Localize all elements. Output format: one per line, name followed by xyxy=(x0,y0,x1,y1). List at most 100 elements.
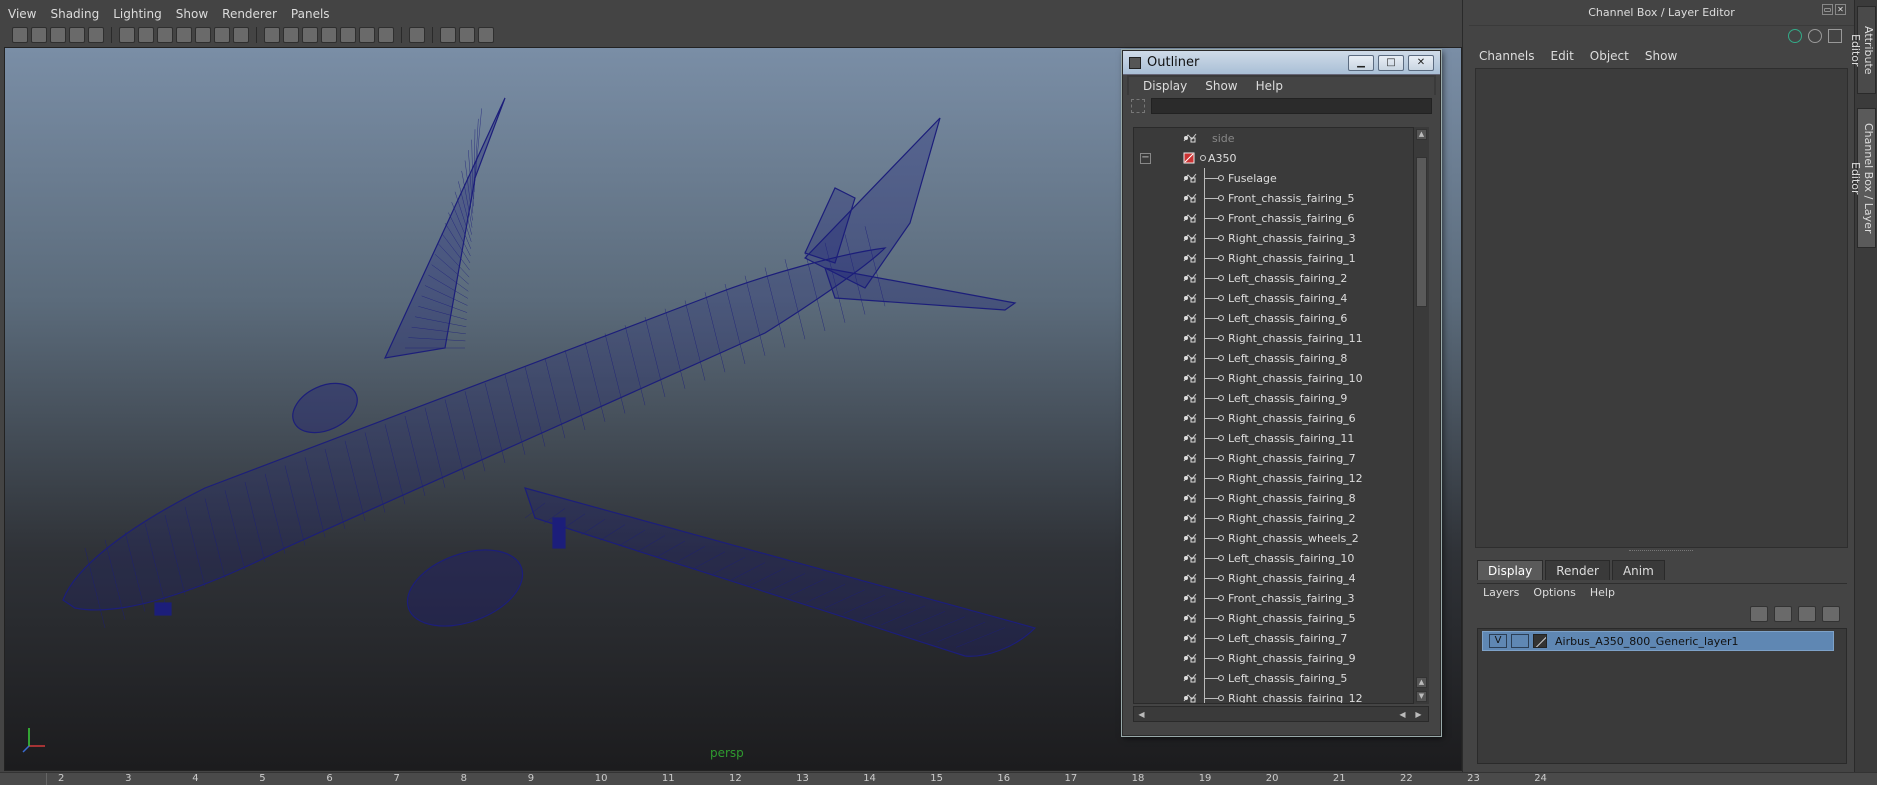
outliner-item[interactable]: Left_chassis_fairing_11 xyxy=(1134,428,1422,448)
safe-title-icon[interactable] xyxy=(233,27,249,43)
field-chart-icon[interactable] xyxy=(195,27,211,43)
cb-menu-edit[interactable]: Edit xyxy=(1551,49,1574,63)
use-all-lights-icon[interactable] xyxy=(340,27,356,43)
outliner-item[interactable]: Right_chassis_fairing_4 xyxy=(1134,568,1422,588)
time-slider[interactable]: 2 3 4 5 6 7 8 9 10 11 12 13 14 15 16 17 18 19 20 21 22 23 24 xyxy=(0,772,1877,785)
manipulator-icon[interactable] xyxy=(1808,29,1822,43)
smooth-shade-icon[interactable] xyxy=(283,27,299,43)
outliner-item[interactable]: Front_chassis_fairing_5 xyxy=(1134,188,1422,208)
outliner-item[interactable]: Front_chassis_fairing_3 xyxy=(1134,588,1422,608)
pin-icon[interactable] xyxy=(1828,29,1842,43)
layer-row[interactable]: V Airbus_A350_800_Generic_layer1 xyxy=(1482,631,1834,651)
outliner-menu-display[interactable]: Display xyxy=(1143,79,1187,93)
xray-active-components-icon[interactable] xyxy=(459,27,475,43)
menu-panels[interactable]: Panels xyxy=(291,7,330,21)
layer-color-swatch[interactable] xyxy=(1533,634,1547,648)
new-layer-from-selected-icon[interactable] xyxy=(1822,606,1840,622)
menu-renderer[interactable]: Renderer xyxy=(222,7,277,21)
layer-visibility-toggle[interactable]: V xyxy=(1489,634,1507,648)
screen-space-ao-icon[interactable] xyxy=(378,27,394,43)
outliner-titlebar[interactable]: Outliner ▁ □ ✕ xyxy=(1123,51,1440,75)
outliner-search-input[interactable] xyxy=(1151,98,1432,114)
select-camera-icon[interactable] xyxy=(12,27,28,43)
outliner-item[interactable]: Right_chassis_fairing_9 xyxy=(1134,648,1422,668)
panel-splitter[interactable] xyxy=(1629,550,1693,553)
scroll-up-arrow-icon[interactable]: ▲ xyxy=(1416,129,1427,140)
layer-menu-layers[interactable]: Layers xyxy=(1483,586,1519,599)
minimize-button[interactable]: ▁ xyxy=(1348,54,1374,71)
outliner-item[interactable]: Right_chassis_fairing_7 xyxy=(1134,448,1422,468)
outliner-item[interactable]: Right_chassis_fairing_1 xyxy=(1134,248,1422,268)
outliner-item[interactable]: Right_chassis_fairing_11 xyxy=(1134,328,1422,348)
layer-display-type-toggle[interactable] xyxy=(1511,634,1529,648)
cb-menu-channels[interactable]: Channels xyxy=(1479,49,1535,63)
outliner-item[interactable]: Right_chassis_fairing_5 xyxy=(1134,608,1422,628)
safe-action-icon[interactable] xyxy=(214,27,230,43)
outliner-vertical-scrollbar[interactable]: ▲ ▲ ▼ xyxy=(1413,127,1429,704)
channel-list-area[interactable] xyxy=(1475,68,1848,548)
scroll-left-arrow-icon[interactable]: ◀ xyxy=(1397,709,1408,720)
outliner-item[interactable]: Left_chassis_fairing_8 xyxy=(1134,348,1422,368)
close-panel-icon[interactable]: ✕ xyxy=(1835,4,1846,15)
new-empty-layer-icon[interactable] xyxy=(1798,606,1816,622)
isolate-select-icon[interactable] xyxy=(409,27,425,43)
grid-icon[interactable] xyxy=(119,27,135,43)
wireframe-icon[interactable] xyxy=(264,27,280,43)
outliner-item[interactable]: Right_chassis_wheels_2 xyxy=(1134,528,1422,548)
outliner-item[interactable]: Right_chassis_fairing_10 xyxy=(1134,368,1422,388)
wireframe-on-shaded-icon[interactable] xyxy=(302,27,318,43)
group-node-row[interactable]: − A350 xyxy=(1134,148,1422,168)
outliner-item[interactable]: Left_chassis_fairing_4 xyxy=(1134,288,1422,308)
outliner-item[interactable]: Right_chassis_fairing_8 xyxy=(1134,488,1422,508)
close-button[interactable]: ✕ xyxy=(1408,54,1434,71)
tab-attribute-editor[interactable]: Attribute Editor xyxy=(1849,6,1876,94)
maximize-button[interactable]: □ xyxy=(1378,54,1404,71)
filter-icon[interactable] xyxy=(1131,99,1145,113)
outliner-item[interactable]: Right_chassis_fairing_2 xyxy=(1134,508,1422,528)
menu-view[interactable]: View xyxy=(8,7,36,21)
camera-attributes-icon[interactable] xyxy=(31,27,47,43)
outliner-tree[interactable]: side − A350 Fuselage Front_chassis_fairing_5… xyxy=(1133,127,1423,704)
scroll-down-arrow-icon[interactable]: ▲ xyxy=(1416,677,1427,688)
outliner-item[interactable]: Left_chassis_fairing_2 xyxy=(1134,268,1422,288)
gate-mask-icon[interactable] xyxy=(176,27,192,43)
outliner-menu-help[interactable]: Help xyxy=(1256,79,1283,93)
menu-lighting[interactable]: Lighting xyxy=(113,7,162,21)
outliner-item[interactable]: Front_chassis_fairing_6 xyxy=(1134,208,1422,228)
outliner-item[interactable]: Right_chassis_fairing_12 xyxy=(1134,468,1422,488)
image-plane-icon[interactable] xyxy=(69,27,85,43)
scroll-right-arrow-icon[interactable]: ▶ xyxy=(1413,709,1424,720)
outliner-item[interactable]: Left_chassis_fairing_7 xyxy=(1134,628,1422,648)
move-layer-down-icon[interactable] xyxy=(1774,606,1792,622)
shadows-icon[interactable] xyxy=(359,27,375,43)
tab-channel-box-layer-editor[interactable]: Channel Box / Layer Editor xyxy=(1849,108,1876,248)
bookmarks-icon[interactable] xyxy=(50,27,66,43)
outliner-item[interactable]: Left_chassis_fairing_6 xyxy=(1134,308,1422,328)
xray-icon[interactable] xyxy=(440,27,456,43)
cb-menu-show[interactable]: Show xyxy=(1645,49,1677,63)
outliner-item[interactable]: Left_chassis_fairing_9 xyxy=(1134,388,1422,408)
outliner-item[interactable]: Left_chassis_fairing_5 xyxy=(1134,668,1422,688)
textured-icon[interactable] xyxy=(321,27,337,43)
layer-list[interactable]: V Airbus_A350_800_Generic_layer1 xyxy=(1477,628,1847,764)
outliner-item[interactable]: Right_chassis_fairing_12 xyxy=(1134,688,1422,703)
time-slider-track[interactable] xyxy=(46,773,1877,785)
tab-render[interactable]: Render xyxy=(1545,560,1610,580)
outliner-item[interactable]: Left_chassis_fairing_10 xyxy=(1134,548,1422,568)
outliner-item[interactable]: Right_chassis_fairing_6 xyxy=(1134,408,1422,428)
outliner-item[interactable]: Fuselage xyxy=(1134,168,1422,188)
outliner-horizontal-scrollbar[interactable]: ◀ ◀ ▶ xyxy=(1133,706,1429,722)
2d-pan-zoom-icon[interactable] xyxy=(88,27,104,43)
camera-node-row[interactable]: side xyxy=(1134,128,1422,148)
collapse-toggle-icon[interactable]: − xyxy=(1140,152,1151,164)
layer-menu-help[interactable]: Help xyxy=(1590,586,1615,599)
film-gate-icon[interactable] xyxy=(138,27,154,43)
scrollbar-thumb[interactable] xyxy=(1416,157,1427,307)
channel-box-mode-icon[interactable] xyxy=(1788,29,1802,43)
tab-display[interactable]: Display xyxy=(1477,560,1544,580)
menu-show[interactable]: Show xyxy=(176,7,208,21)
resolution-gate-icon[interactable] xyxy=(157,27,173,43)
scroll-left-arrow-icon[interactable]: ◀ xyxy=(1136,709,1147,720)
float-panel-icon[interactable]: ▭ xyxy=(1822,4,1833,15)
layer-name[interactable]: Airbus_A350_800_Generic_layer1 xyxy=(1555,635,1739,648)
